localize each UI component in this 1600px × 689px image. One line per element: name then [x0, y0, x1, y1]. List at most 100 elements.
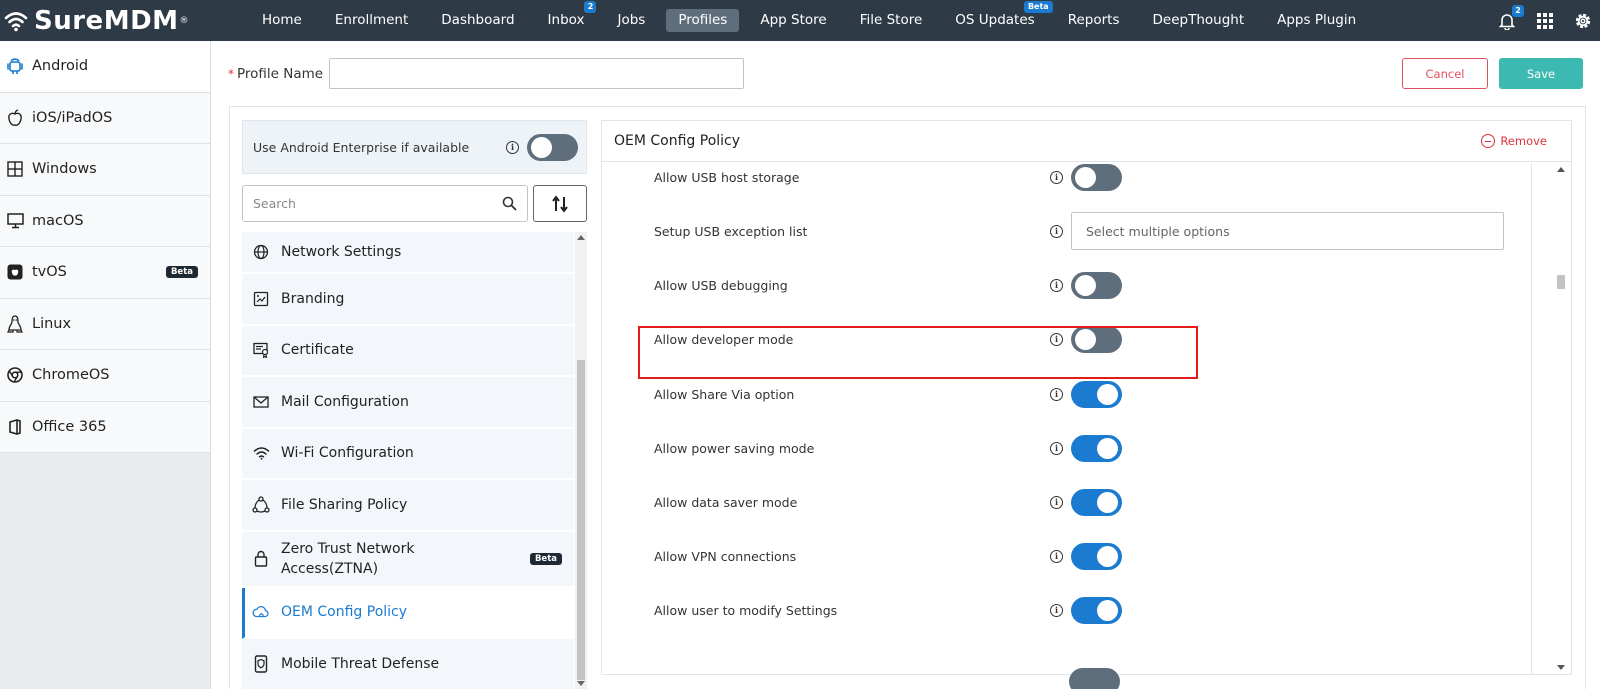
- scroll-down-arrow-icon[interactable]: [577, 681, 585, 686]
- os-item-ios-ipados[interactable]: iOS/iPadOS: [0, 92, 210, 144]
- gear-icon[interactable]: [1572, 10, 1594, 32]
- android-enterprise-toggle[interactable]: [527, 133, 578, 161]
- grid-icon[interactable]: [1534, 10, 1556, 32]
- profile-name-label: Profile Name: [237, 65, 324, 82]
- setting-row-allow-usb-debugging: Allow USB debugging i: [654, 265, 1504, 305]
- bell-icon[interactable]: 2: [1496, 4, 1524, 32]
- os-item-android[interactable]: Android: [0, 41, 210, 93]
- policy-item-label: OEM Config Policy: [281, 604, 408, 621]
- nav-reports[interactable]: Reports: [1056, 9, 1132, 32]
- nav-file-store[interactable]: File Store: [848, 9, 935, 32]
- policy-item-label: Branding: [281, 290, 345, 307]
- toggle-allow-developer-mode[interactable]: [1071, 325, 1122, 353]
- appletv-icon: [6, 263, 24, 281]
- info-icon[interactable]: i: [1050, 170, 1063, 184]
- nav-label: Home: [262, 12, 302, 28]
- setting-row-allow-developer-mode: Allow developer mode i: [654, 319, 1504, 359]
- setting-row-allow-power-saving-mode: Allow power saving mode i: [654, 428, 1504, 468]
- nav-label: Jobs: [617, 12, 646, 28]
- globe-icon: [252, 243, 270, 261]
- cloud-icon: [252, 603, 270, 621]
- search-icon[interactable]: [502, 196, 517, 211]
- policy-item-label: File Sharing Policy: [281, 496, 408, 513]
- nav-dashboard[interactable]: Dashboard: [429, 9, 526, 32]
- os-item-macos[interactable]: macOS: [0, 195, 210, 247]
- brand-logo[interactable]: SureMDM ®: [0, 0, 250, 41]
- partial-toggle[interactable]: [1069, 668, 1120, 689]
- os-item-chromeos[interactable]: ChromeOS: [0, 350, 210, 402]
- lock-icon: [252, 550, 270, 568]
- policy-item-network-settings[interactable]: Network Settings: [242, 232, 574, 274]
- nav-home[interactable]: Home: [250, 9, 314, 32]
- setting-label: Allow USB debugging: [654, 277, 788, 293]
- info-icon[interactable]: i: [1050, 224, 1063, 238]
- nav-label: App Store: [760, 12, 827, 28]
- info-icon[interactable]: i: [1050, 332, 1063, 346]
- usb-exception-multiselect[interactable]: Select multiple options: [1071, 212, 1504, 250]
- info-icon[interactable]: i: [1050, 441, 1063, 455]
- toggle-allow-usb-debugging[interactable]: [1071, 271, 1122, 299]
- info-icon[interactable]: i: [1050, 603, 1063, 617]
- toggle-allow-usb-host-storage[interactable]: [1071, 163, 1122, 191]
- nav-deepthought[interactable]: DeepThought: [1141, 9, 1257, 32]
- info-icon[interactable]: i: [1050, 387, 1063, 401]
- oem-scroll-thumb[interactable]: [1557, 275, 1565, 289]
- policy-item-mail-configuration[interactable]: Mail Configuration: [242, 377, 574, 429]
- oem-scroll-down-icon[interactable]: [1557, 665, 1565, 670]
- os-item-office-365[interactable]: Office 365: [0, 401, 210, 453]
- office-icon: [6, 418, 24, 436]
- os-item-linux[interactable]: Linux: [0, 298, 210, 350]
- info-icon[interactable]: i: [506, 140, 519, 154]
- android-icon: [6, 57, 24, 75]
- setting-label: Allow developer mode: [654, 331, 794, 347]
- setting-label: Allow VPN connections: [654, 548, 797, 564]
- nav-inbox[interactable]: Inbox 2: [536, 1, 597, 32]
- scroll-thumb[interactable]: [577, 360, 585, 680]
- nav-apps-plugin[interactable]: Apps Plugin: [1265, 9, 1368, 32]
- info-icon[interactable]: i: [1050, 278, 1063, 292]
- policy-item-branding[interactable]: Branding: [242, 274, 574, 326]
- nav-enrollment[interactable]: Enrollment: [323, 9, 420, 32]
- certificate-icon: [252, 341, 270, 359]
- policy-item-oem-config-policy[interactable]: OEM Config Policy: [242, 587, 574, 639]
- policy-search-box: [242, 185, 528, 222]
- sort-button[interactable]: [533, 185, 587, 222]
- scroll-up-arrow-icon[interactable]: [577, 235, 585, 240]
- info-icon[interactable]: i: [1050, 549, 1063, 563]
- brand-name: SureMDM: [34, 5, 179, 36]
- toggle-allow-share-via-option[interactable]: [1071, 380, 1122, 408]
- setting-row-allow-user-to-modify-settings: Allow user to modify Settings i: [654, 590, 1504, 630]
- os-item-tvos[interactable]: tvOS Beta: [0, 247, 210, 299]
- cancel-button[interactable]: Cancel: [1402, 58, 1488, 89]
- nav-os-updates[interactable]: OS Updates Beta: [943, 1, 1053, 32]
- remove-button[interactable]: Remove: [1481, 134, 1547, 148]
- policy-list-scrollbar[interactable]: [575, 232, 587, 689]
- info-icon[interactable]: i: [1050, 495, 1063, 509]
- beta-badge: Beta: [529, 552, 562, 565]
- save-button[interactable]: Save: [1499, 58, 1583, 89]
- toggle-allow-user-to-modify-settings[interactable]: [1071, 596, 1122, 624]
- nav-label: DeepThought: [1152, 12, 1245, 28]
- nav-app-store[interactable]: App Store: [748, 9, 838, 32]
- oem-scroll-up-icon[interactable]: [1557, 167, 1565, 172]
- setting-row-setup-usb-exception-list: Setup USB exception list i Select multiple…: [654, 211, 1504, 251]
- nav-label: Profiles: [678, 12, 728, 28]
- policy-list: Network Settings Branding Certificate Mail …: [242, 232, 574, 689]
- policy-item-file-sharing-policy[interactable]: File Sharing Policy: [242, 480, 574, 532]
- oem-scrollbar[interactable]: [1555, 163, 1567, 674]
- nav-profiles[interactable]: Profiles: [666, 9, 740, 32]
- os-item-windows[interactable]: Windows: [0, 144, 210, 196]
- policy-search-input[interactable]: [253, 196, 502, 211]
- nav-jobs[interactable]: Jobs: [605, 9, 657, 32]
- setting-label: Allow Share Via option: [654, 386, 795, 402]
- policy-item-zero-trust-network-access-ztna[interactable]: Zero Trust Network Access(ZTNA) Beta: [242, 531, 574, 588]
- notifications-badge: 2: [1512, 4, 1524, 17]
- policy-item-mobile-threat-defense[interactable]: Mobile Threat Defense: [242, 639, 574, 689]
- toggle-allow-vpn-connections[interactable]: [1071, 542, 1122, 570]
- toggle-allow-power-saving-mode[interactable]: [1071, 434, 1122, 462]
- toggle-allow-data-saver-mode[interactable]: [1071, 488, 1122, 516]
- profile-name-input[interactable]: [329, 58, 745, 89]
- policy-item-wi-fi-configuration[interactable]: Wi-Fi Configuration: [242, 428, 574, 480]
- policy-item-certificate[interactable]: Certificate: [242, 325, 574, 377]
- apple-icon: [6, 109, 24, 127]
